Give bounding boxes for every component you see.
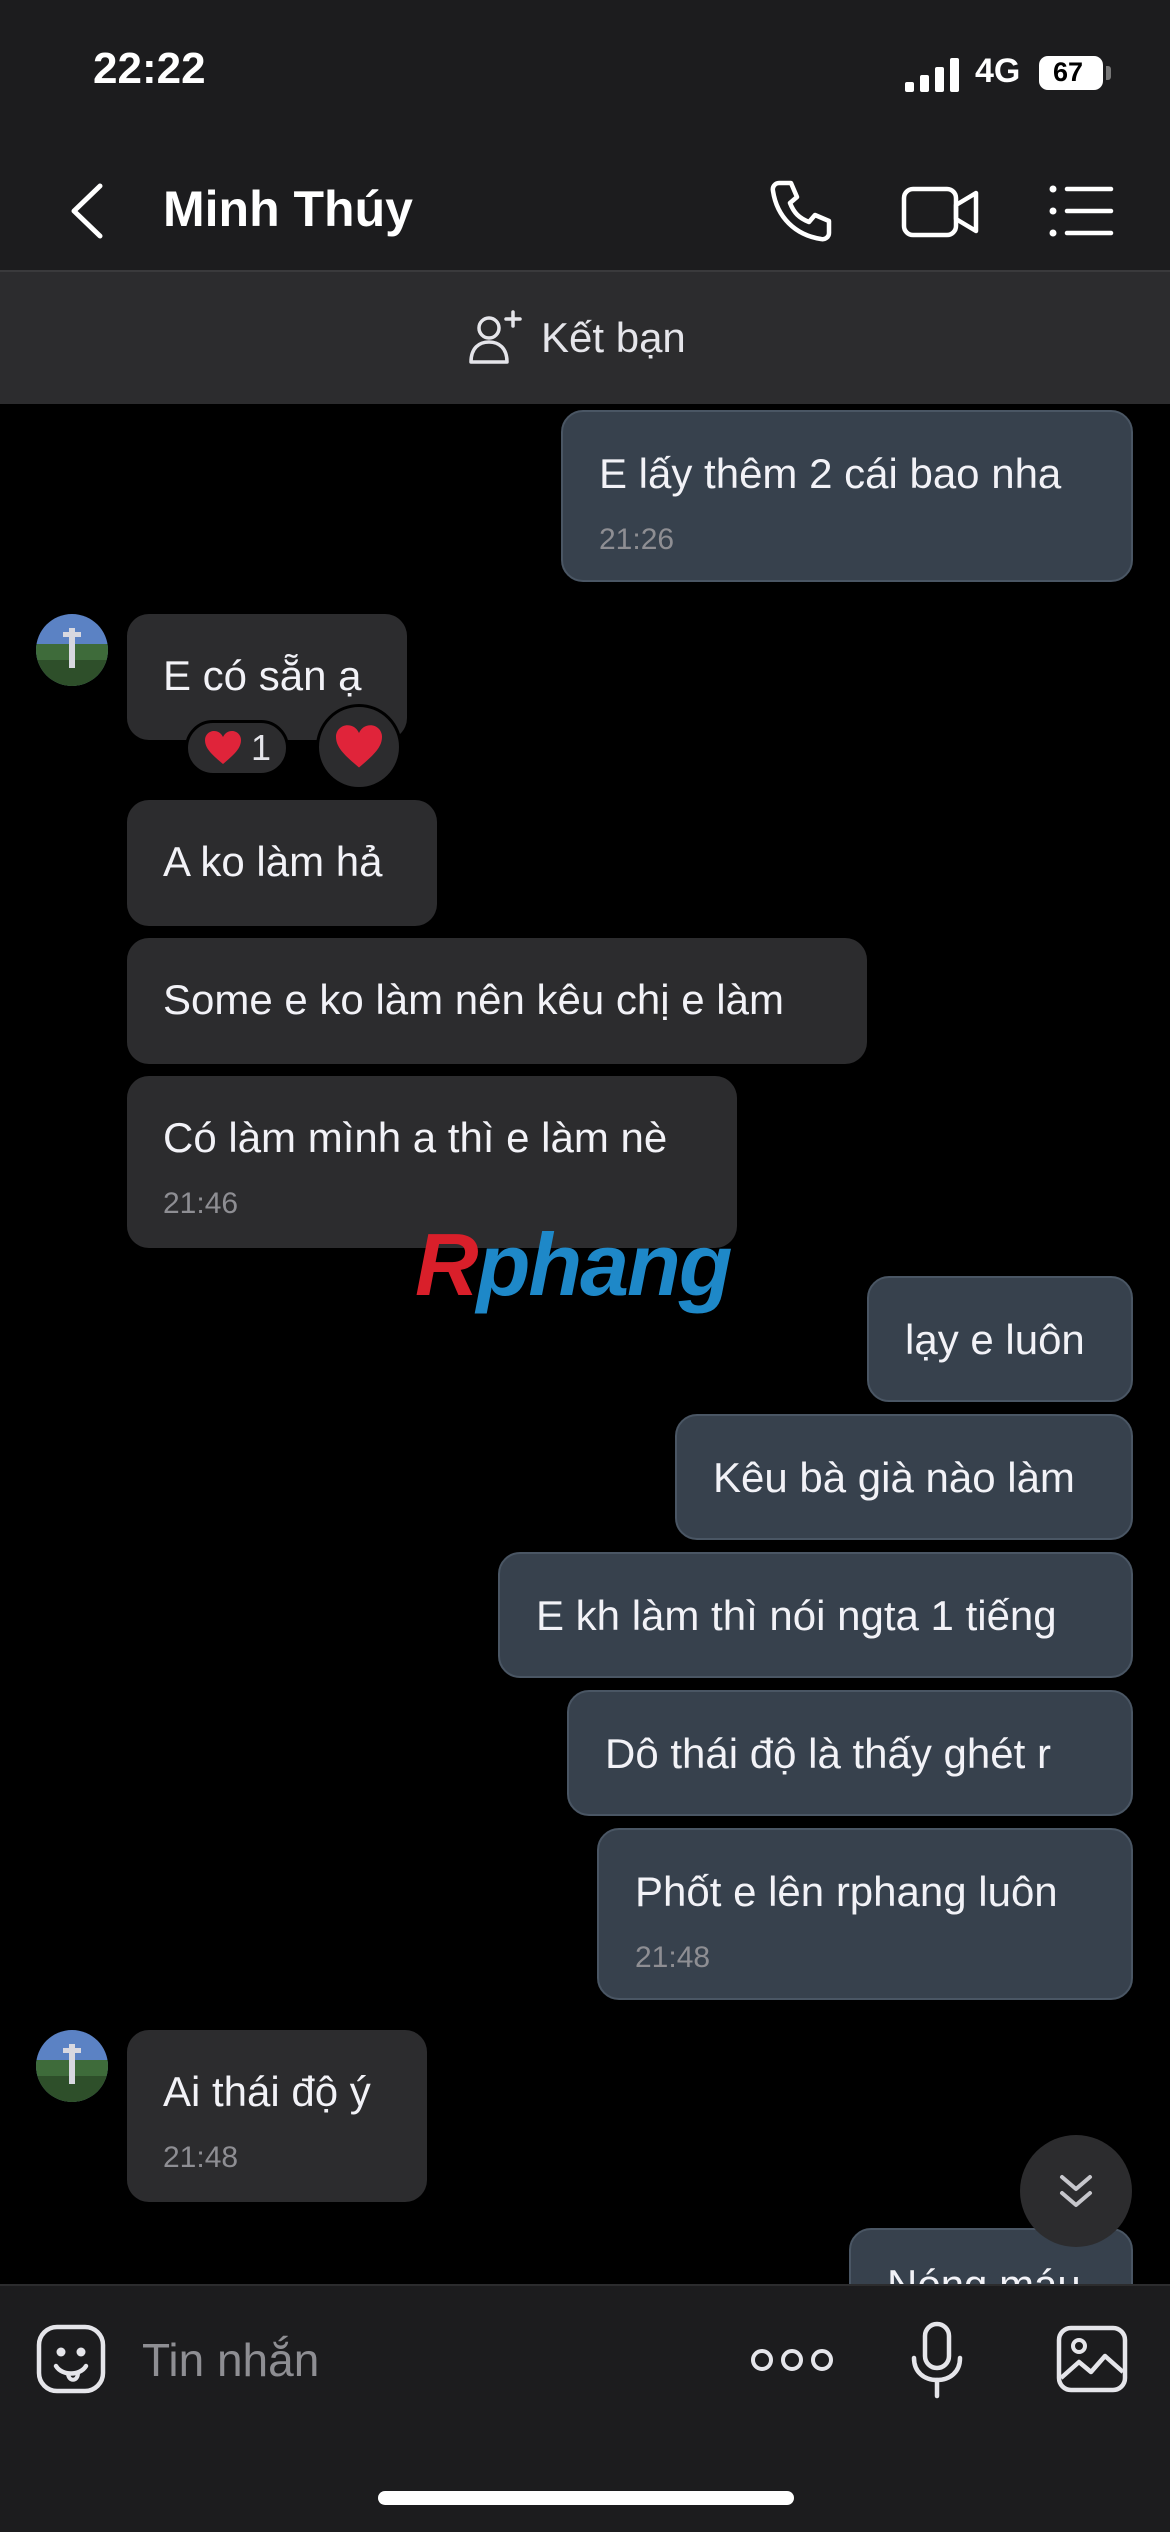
message-bubble-incoming[interactable]: A ko làm hả xyxy=(127,800,437,926)
battery-tip xyxy=(1106,66,1111,80)
message-time: 21:48 xyxy=(163,2141,239,2174)
react-button[interactable] xyxy=(316,704,402,790)
message-bubble-incoming[interactable]: Some e ko làm nên kêu chị e làm xyxy=(127,938,867,1064)
message-time: 21:26 xyxy=(599,523,675,556)
status-time: 22:22 xyxy=(93,44,206,93)
reaction-summary[interactable]: 1 xyxy=(185,720,289,776)
message-text: Dô thái độ là thấy ghét r xyxy=(605,1730,1051,1777)
add-friend-button[interactable]: Kết bạn xyxy=(465,308,686,368)
back-icon[interactable] xyxy=(52,178,122,244)
message-bubble-incoming[interactable]: Ai thái độ ý 21:48 xyxy=(127,2030,427,2202)
message-list[interactable]: E lấy thêm 2 cái bao nha 21:26 E có sẵn … xyxy=(0,404,1170,2284)
message-text: Nóng máu xyxy=(887,2260,1095,2284)
contact-avatar[interactable] xyxy=(36,614,108,686)
add-friend-label: Kết bạn xyxy=(541,314,686,361)
message-composer xyxy=(0,2284,1170,2532)
message-input[interactable] xyxy=(142,2324,682,2396)
video-icon[interactable] xyxy=(900,175,980,247)
avatar-image xyxy=(36,614,108,686)
message-text: A ko làm hả xyxy=(163,838,383,885)
signal-icon xyxy=(905,58,959,92)
chat-header: Minh Thúy xyxy=(0,150,1170,272)
message-text: Phốt e lên rphang luôn xyxy=(635,1868,1058,1915)
message-text: Có làm mình a thì e làm nè xyxy=(163,1114,668,1161)
message-text: E kh làm thì nói ngta 1 tiếng xyxy=(536,1592,1057,1639)
sticker-icon[interactable] xyxy=(34,2322,108,2396)
message-time: 21:48 xyxy=(635,1941,711,1974)
battery-level: 67 xyxy=(1052,57,1084,87)
message-bubble-outgoing[interactable]: E kh làm thì nói ngta 1 tiếng xyxy=(498,1552,1133,1678)
message-text: lạy e luôn xyxy=(905,1316,1085,1363)
message-bubble-outgoing[interactable]: Dô thái độ là thấy ghét r xyxy=(567,1690,1133,1816)
more-icon[interactable] xyxy=(750,2340,834,2380)
message-text: Ai thái độ ý xyxy=(163,2068,371,2115)
reaction-count: 1 xyxy=(250,727,272,768)
network-type: 4G xyxy=(975,52,1021,90)
scroll-to-bottom-button[interactable] xyxy=(1020,2135,1132,2247)
phone-icon[interactable] xyxy=(765,175,837,247)
contact-name[interactable]: Minh Thúy xyxy=(163,180,413,238)
home-indicator xyxy=(378,2491,794,2505)
message-text: E có sẵn ạ xyxy=(163,652,362,699)
heart-icon xyxy=(204,731,241,764)
message-text: Some e ko làm nên kêu chị e làm xyxy=(163,976,784,1023)
add-friend-bar[interactable]: Kết bạn xyxy=(0,272,1170,404)
double-chevron-down-icon xyxy=(1060,2175,1092,2207)
mic-icon[interactable] xyxy=(908,2320,966,2400)
message-bubble-outgoing[interactable]: Kêu bà già nào làm xyxy=(675,1414,1133,1540)
heart-icon xyxy=(336,725,382,768)
message-bubble-outgoing[interactable]: E lấy thêm 2 cái bao nha 21:26 xyxy=(561,410,1133,582)
contact-avatar[interactable] xyxy=(36,2030,108,2102)
watermark-rest: phang xyxy=(476,1215,733,1314)
avatar-image xyxy=(36,2030,108,2102)
menu-icon[interactable] xyxy=(1045,175,1117,247)
message-bubble-outgoing[interactable]: Phốt e lên rphang luôn 21:48 xyxy=(597,1828,1133,2000)
message-bubble-outgoing[interactable]: lạy e luôn xyxy=(867,1276,1133,1402)
watermark-first: R xyxy=(415,1215,479,1314)
message-text: E lấy thêm 2 cái bao nha xyxy=(599,450,1062,497)
add-friend-icon xyxy=(469,310,522,364)
image-icon[interactable] xyxy=(1055,2324,1129,2394)
watermark-logo: Rphang xyxy=(415,1214,733,1316)
battery-icon: 67 xyxy=(1039,56,1103,90)
message-text: Kêu bà già nào làm xyxy=(713,1454,1075,1501)
status-bar: 22:22 4G 67 xyxy=(0,0,1170,150)
